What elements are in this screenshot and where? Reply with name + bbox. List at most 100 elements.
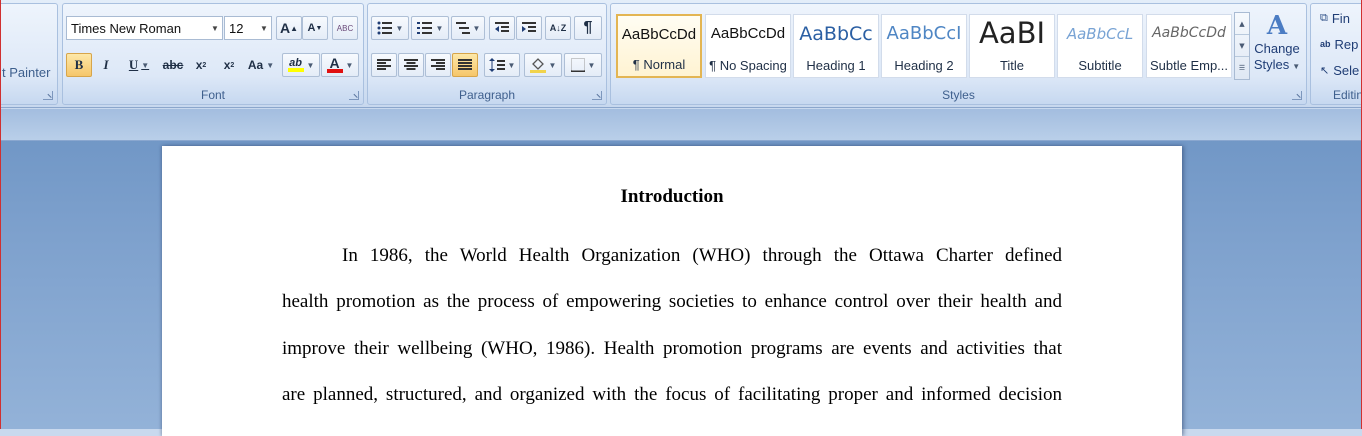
change-styles-button[interactable]: A Change Styles ▼ <box>1252 10 1302 90</box>
format-painter-label: t Painter <box>2 64 51 80</box>
shading-button[interactable]: ▼ <box>524 53 562 77</box>
font-name-value: Times New Roman <box>71 20 182 36</box>
style-tile-heading-2[interactable]: AaBbCcI Heading 2 <box>881 14 967 78</box>
decrease-indent-icon <box>495 22 509 32</box>
style-name: Subtle Emp... <box>1149 58 1229 73</box>
shrink-font-icon: A <box>307 22 316 34</box>
styles-gallery-scroll[interactable]: ▲ ▼ ☰ <box>1234 12 1250 80</box>
bold-button[interactable]: B <box>66 53 92 77</box>
style-sample: AaBI <box>978 16 1046 50</box>
underline-button[interactable]: U ▼ <box>120 53 158 77</box>
clear-formatting-icon: ABC <box>336 23 354 33</box>
superscript-icon: x <box>223 58 231 72</box>
paragraph-group: ▼ ▼ ▼ A↓Z ¶ ▼ ▼ ▼ Paragraph <box>367 3 607 105</box>
ruler-strip <box>0 109 1362 141</box>
style-tile-heading-1[interactable]: AaBbCc Heading 1 <box>793 14 879 78</box>
align-center-button[interactable] <box>398 53 424 77</box>
gallery-down-icon[interactable]: ▼ <box>1235 35 1249 57</box>
clipboard-group: t Painter <box>0 3 58 105</box>
italic-button[interactable]: I <box>93 53 119 77</box>
font-name-combo[interactable]: Times New Roman ▼ <box>66 16 223 40</box>
shrink-font-button[interactable]: A ▼ <box>302 16 328 40</box>
style-sample: AaBbCcI <box>886 23 962 44</box>
style-tile-title[interactable]: AaBI Title <box>969 14 1055 78</box>
align-left-icon <box>377 59 391 70</box>
paragraph-dialog-launcher[interactable] <box>592 91 602 100</box>
line-spacing-button[interactable]: ▼ <box>484 53 520 77</box>
font-group-label: Font <box>200 88 225 102</box>
clear-formatting-button[interactable]: ABC <box>332 16 358 40</box>
change-styles-label-1: Change <box>1254 41 1300 56</box>
justify-button[interactable] <box>452 53 478 77</box>
italic-icon: I <box>103 57 109 72</box>
highlighter-icon: ab <box>287 58 304 72</box>
sort-button[interactable]: A↓Z <box>545 16 571 40</box>
grow-font-icon: A <box>279 20 291 36</box>
superscript-button[interactable]: x2 <box>216 53 242 77</box>
gallery-up-icon[interactable]: ▲ <box>1235 13 1249 35</box>
select-button[interactable]: ↖ Sele <box>1319 60 1362 80</box>
binoculars-icon: ⧉ <box>1320 11 1328 24</box>
find-label: Fin <box>1331 10 1350 26</box>
style-name: Heading 1 <box>806 58 866 73</box>
window-border-left <box>0 0 1 429</box>
font-dialog-launcher[interactable] <box>349 91 359 100</box>
increase-indent-button[interactable] <box>516 16 542 40</box>
align-center-icon <box>404 59 418 70</box>
style-tile-normal[interactable]: AaBbCcDd ¶ Normal <box>616 14 702 78</box>
strikethrough-icon: abc <box>162 58 184 72</box>
chevron-down-icon[interactable]: ▼ <box>208 17 222 39</box>
replace-icon: ab <box>1320 39 1331 49</box>
replace-button[interactable]: ab Rep <box>1319 34 1362 54</box>
style-sample: AaBbCcDd <box>710 25 786 42</box>
document-heading[interactable]: Introduction <box>162 186 1182 208</box>
style-tile-no-spacing[interactable]: AaBbCcDd ¶ No Spacing <box>705 14 791 78</box>
font-color-icon: A <box>326 56 343 73</box>
style-tile-subtitle[interactable]: AaBbCcL Subtitle <box>1057 14 1143 78</box>
document-line[interactable]: health promotion as the process of empow… <box>282 291 1062 313</box>
change-case-button[interactable]: Aa ▼ <box>244 53 278 77</box>
strikethrough-button[interactable]: abc <box>160 53 186 77</box>
document-line[interactable]: improve their wellbeing (WHO, 1986). Hea… <box>282 338 1062 360</box>
highlight-button[interactable]: ab ▼ <box>282 53 320 77</box>
chevron-down-icon[interactable]: ▼ <box>257 17 271 39</box>
styles-dialog-launcher[interactable] <box>1292 91 1302 100</box>
document-line[interactable]: In 1986, the World Health Organization (… <box>282 245 1062 267</box>
align-left-button[interactable] <box>371 53 397 77</box>
document-page[interactable]: Introduction In 1986, the World Health O… <box>162 146 1182 436</box>
numbering-button[interactable]: ▼ <box>411 16 449 40</box>
find-button[interactable]: ⧉ Fin <box>1319 8 1362 28</box>
document-line[interactable]: are planned, structured, and organized w… <box>282 384 1062 406</box>
numbered-list-icon <box>416 22 432 34</box>
format-painter-button[interactable]: t Painter <box>1 60 57 84</box>
clipboard-dialog-launcher[interactable] <box>43 91 53 100</box>
cursor-icon: ↖ <box>1320 64 1330 77</box>
show-hide-marks-button[interactable]: ¶ <box>574 16 602 40</box>
style-tile-subtle-emphasis[interactable]: AaBbCcDd Subtle Emp... <box>1146 14 1232 78</box>
align-right-icon <box>431 59 445 70</box>
editing-group-label: Editin <box>1333 88 1362 102</box>
style-name: ¶ Normal <box>632 57 686 72</box>
change-case-icon: Aa <box>247 58 264 72</box>
styles-group: AaBbCcDd ¶ Normal AaBbCcDd ¶ No Spacing … <box>610 3 1307 105</box>
font-group: Times New Roman ▼ 12 ▼ A ▲ A ▼ ABC B I U ▼ … <box>62 3 364 105</box>
grow-font-button[interactable]: A ▲ <box>276 16 302 40</box>
paint-bucket-icon <box>529 58 546 73</box>
paragraph-group-label: Paragraph <box>458 88 516 102</box>
style-sample: AaBbCcDd <box>621 26 697 43</box>
subscript-button[interactable]: x2 <box>188 53 214 77</box>
decrease-indent-button[interactable] <box>489 16 515 40</box>
bullet-list-icon <box>377 21 392 35</box>
ribbon: t Painter Times New Roman ▼ 12 ▼ A ▲ A ▼ A… <box>0 0 1362 108</box>
font-size-combo[interactable]: 12 ▼ <box>224 16 272 40</box>
font-color-button[interactable]: A ▼ <box>321 53 359 77</box>
multilevel-list-button[interactable]: ▼ <box>451 16 485 40</box>
style-sample: AaBbCc <box>799 23 873 45</box>
borders-button[interactable]: ▼ <box>564 53 602 77</box>
gallery-more-icon[interactable]: ☰ <box>1235 57 1249 79</box>
justify-icon <box>458 59 472 70</box>
subscript-icon: x <box>195 58 203 72</box>
replace-label: Rep <box>1334 36 1359 52</box>
align-right-button[interactable] <box>425 53 451 77</box>
bullets-button[interactable]: ▼ <box>371 16 409 40</box>
